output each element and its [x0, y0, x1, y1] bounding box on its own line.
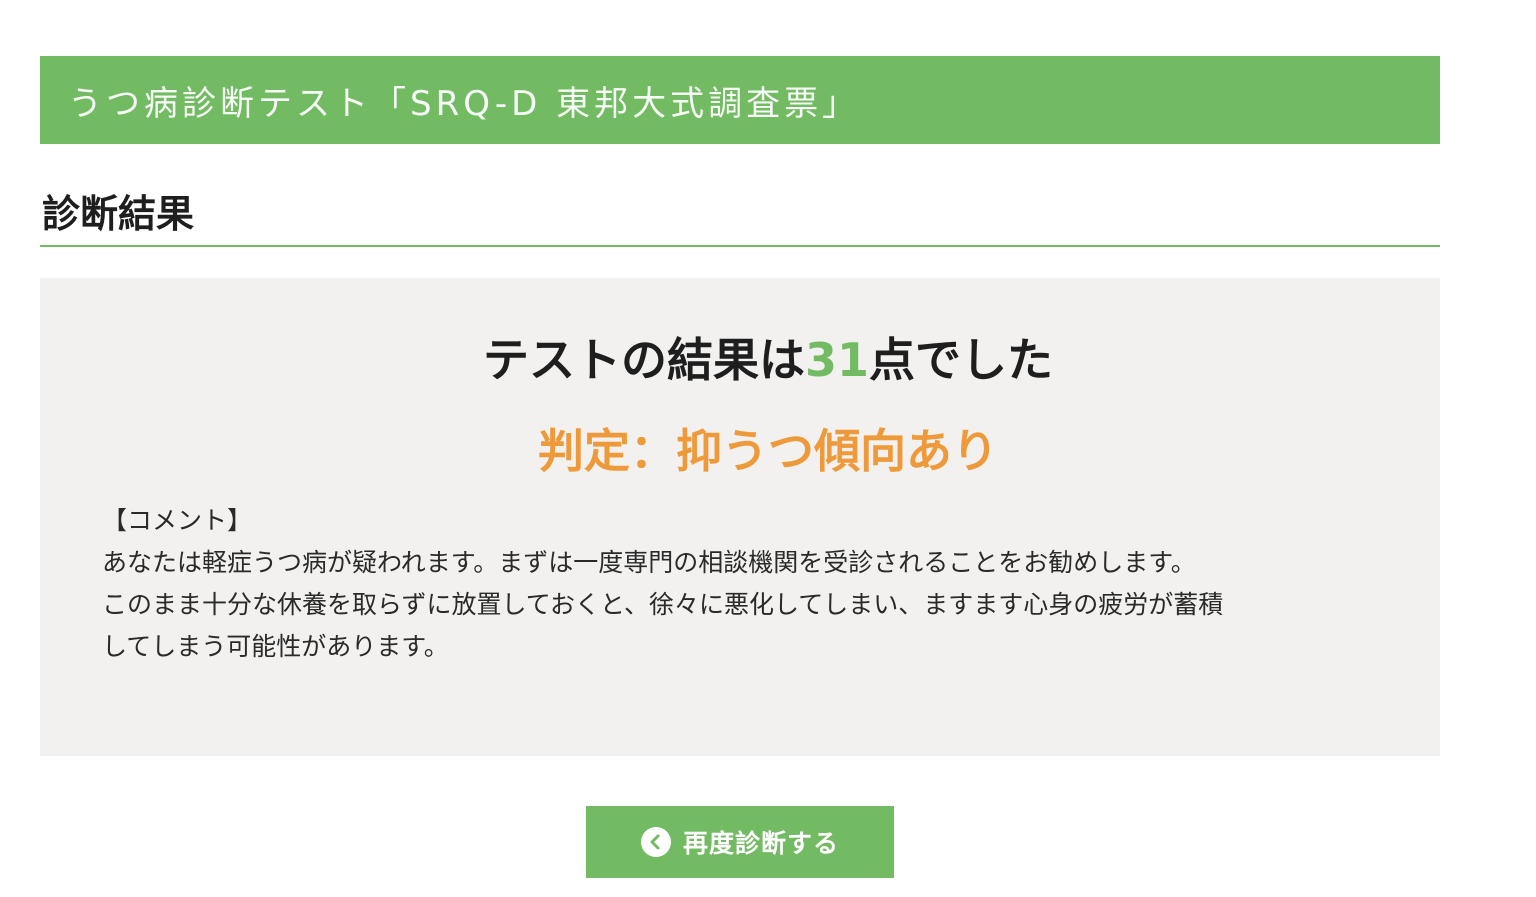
score-suffix: 点でした — [869, 333, 1053, 387]
retry-button-label: 再度診断する — [682, 829, 839, 858]
comment-line: してしまう可能性があります。 — [102, 632, 449, 661]
section-title: 診断結果 — [42, 192, 195, 236]
section-divider — [40, 245, 1440, 247]
score-line: テストの結果は31点でした — [0, 330, 1536, 390]
comment-block: 【コメント】 あなたは軽症うつ病が疑われます。まずは一度専門の相談機関を受診され… — [102, 500, 1382, 668]
page: うつ病診断テスト「SRQ-D 東邦大式調査票」 診断結果 テストの結果は31点で… — [0, 0, 1536, 897]
banner-title: うつ病診断テスト「SRQ-D 東邦大式調査票」 — [68, 83, 861, 124]
title-banner: うつ病診断テスト「SRQ-D 東邦大式調査票」 — [40, 56, 1440, 144]
score-value: 31 — [804, 333, 869, 387]
comment-heading: 【コメント】 — [102, 506, 253, 535]
comment-line: あなたは軽症うつ病が疑われます。まずは一度専門の相談機関を受診されることをお勧め… — [102, 548, 1196, 577]
verdict: 判定：抑うつ傾向あり — [538, 424, 998, 478]
comment-line: このまま十分な休養を取らずに放置しておくと、徐々に悪化してしまい、ますます心身の… — [102, 590, 1224, 619]
chevron-left-circle-icon — [640, 827, 671, 857]
retry-diagnosis-button[interactable]: 再度診断する — [586, 806, 894, 878]
score-prefix: テストの結果は — [482, 333, 805, 387]
